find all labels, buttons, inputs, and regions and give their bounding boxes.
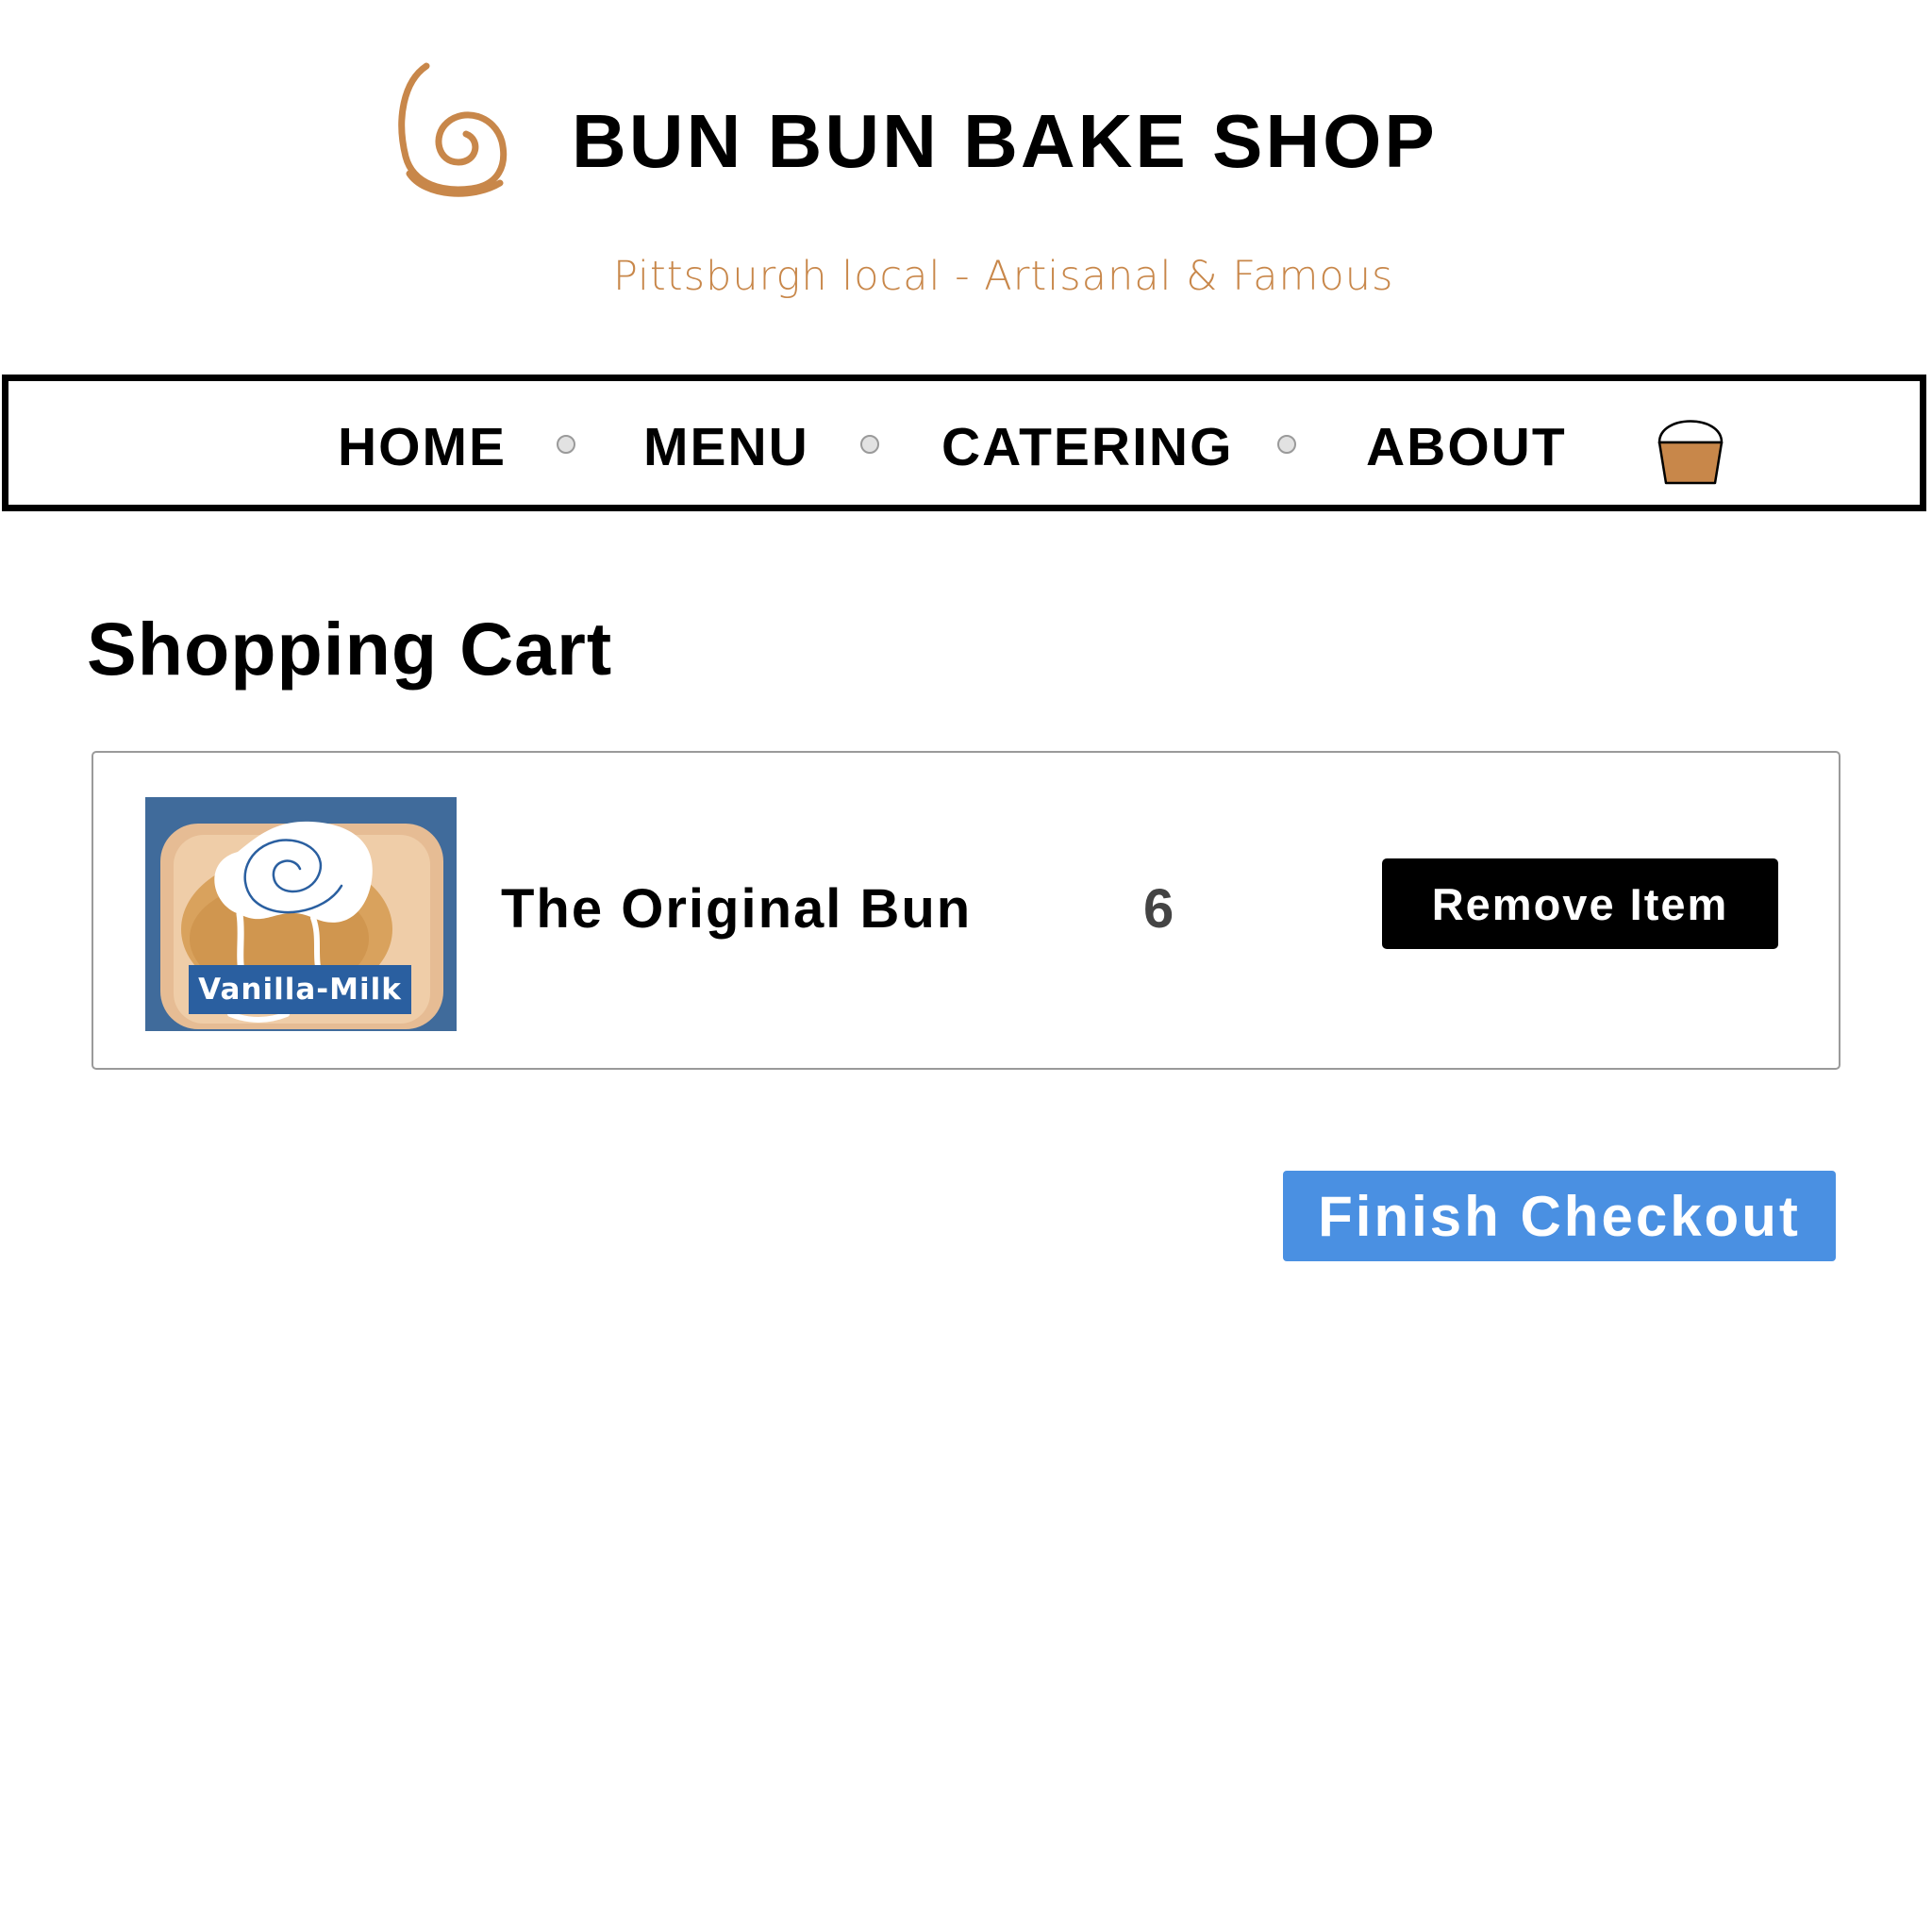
remove-item-button[interactable]: Remove Item: [1382, 858, 1778, 949]
brand-tagline: Pittsburgh local - Artisanal & Famous: [613, 253, 1394, 300]
brand-title: BUN BUN BAKE SHOP: [572, 99, 1438, 183]
flavor-label: Vanilla-Milk: [189, 965, 411, 1014]
nav-item-menu[interactable]: MENU: [643, 421, 809, 475]
product-quantity: 6: [1143, 878, 1174, 940]
nav-separator-dot: [860, 435, 879, 454]
logo-swirl-icon: [398, 62, 508, 197]
finish-checkout-button[interactable]: Finish Checkout: [1283, 1171, 1836, 1261]
nav-separator-dot: [557, 435, 575, 454]
product-image: Vanilla-Milk: [145, 797, 457, 1031]
main-nav: HOME MENU CATERING ABOUT: [2, 375, 1926, 511]
nav-separator-dot: [1277, 435, 1296, 454]
cart-item-row: Vanilla-Milk The Original Bun 6 Remove I…: [92, 751, 1840, 1070]
product-name: The Original Bun: [501, 878, 973, 940]
nav-item-home[interactable]: HOME: [338, 421, 507, 475]
shopping-bag-icon[interactable]: [1653, 407, 1728, 486]
nav-item-catering[interactable]: CATERING: [941, 421, 1233, 475]
page: BUN BUN BAKE SHOP Pittsburgh local - Art…: [0, 0, 1932, 1932]
nav-item-about[interactable]: ABOUT: [1366, 421, 1567, 475]
page-title: Shopping Cart: [87, 607, 613, 691]
